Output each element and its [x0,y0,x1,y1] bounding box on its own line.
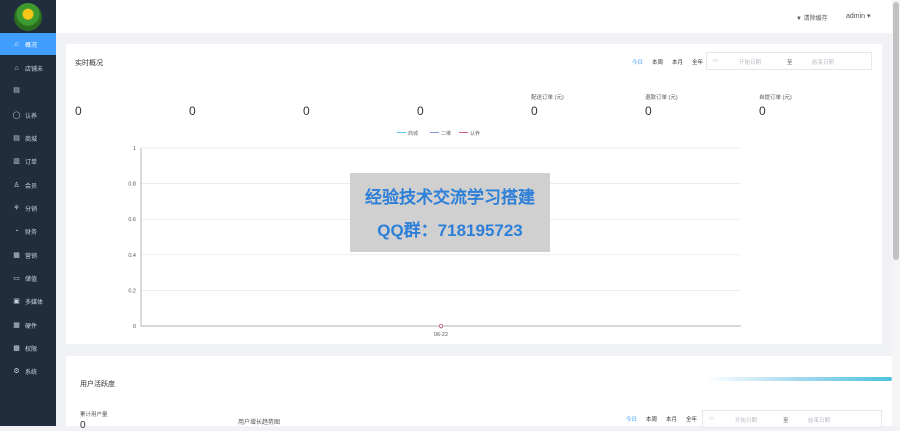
sidebar-item-label: 概况 [25,42,38,49]
total-users-label: 累计用户量 [80,412,108,418]
x-tick-label: 06-22 [434,332,448,338]
home-icon: ⌂ [14,40,19,48]
watermark-line-1: 经验技术交流学习搭建 [365,188,535,208]
activity-card: 用户活跃度 累计用户量 0 用户增长趋势图 今日 本周 本月 全年 ▭ 开始日期… [66,356,892,431]
watermark-banner: 经验技术交流学习搭建 QQ群：718195723 [350,173,550,252]
sidebar-item-home[interactable]: ⌂ 概况 [0,33,56,55]
sidebar-item-stored-value[interactable]: ▭ 储值 [0,267,56,289]
sidebar-item-label: 认养 [25,113,38,120]
clear-cache-button[interactable]: ▼ 清除缓存 [796,13,828,22]
sidebar-item-label: 订单 [25,159,38,166]
sidebar-item-label: 储值 [25,276,38,283]
sidebar-item-order[interactable]: ▥ 订单 [0,150,56,172]
watermark-line-2: QQ群：718195723 [377,221,523,240]
permission-icon: ▩ [13,344,20,352]
sidebar-item-label: 分销 [25,206,38,213]
mall-icon: ▤ [13,134,20,142]
sidebar-item-settings[interactable]: ⚙ 系统 [0,360,56,382]
data-point[interactable] [438,323,443,328]
y-tick-label: 0.8 [128,182,136,188]
activity-range-week[interactable]: 本周 [646,415,657,423]
marketing-icon: ▦ [13,251,20,259]
activity-date-start-input[interactable]: 开始日期 [735,416,757,424]
sidebar-item-marketing[interactable]: ▦ 营销 [0,244,56,266]
sidebar-item-store[interactable]: ▤ [0,79,56,101]
sidebar-item-member[interactable]: ♙ 会员 [0,174,56,196]
sidebar-item-finance[interactable]: ◔ 财务 [0,220,56,242]
member-icon: ♙ [13,181,20,189]
y-tick-label: 0 [133,324,136,330]
y-tick-label: 0.2 [128,288,136,294]
sidebar-item-media[interactable]: ▣ 多媒体 [0,290,56,312]
sidebar-item-label: 硬件 [25,323,38,330]
finance-icon: ◔ [14,227,19,235]
distribution-icon: ⚘ [13,204,20,212]
adopt-icon: ◯ [12,111,21,119]
broom-icon: ▼ [796,16,802,22]
sidebar-item-mall[interactable]: ▤ 商城 [0,127,56,149]
shop-icon: ⌂ [14,64,19,72]
hardware-icon: ▦ [13,321,20,329]
activity-range-year[interactable]: 全年 [686,415,697,423]
user-name: admin [846,13,866,20]
sidebar-item-adopt[interactable]: ◯ 认养 [0,104,56,126]
sidebar-item-hardware[interactable]: ▦ 硬件 [0,314,56,336]
sidebar-item-label: 会员 [25,183,38,190]
chevron-down-icon: ▾ [867,13,871,20]
decorative-line [704,377,892,381]
sidebar: ⌂ 概况 ⌂ 店铺未 ▤ ◯ 认养 ▤ 商城 ▥ 订单 ♙ 会员 ⚘ 分销 ◔ 财务 ▦ 营销 ▭ 储值 ▣ 多媒体 ▦ 硬件 ▩… [0,0,56,426]
user-menu[interactable]: admin ▾ [846,12,871,20]
activity-date-separator: 至 [783,418,789,424]
stored-value-icon: ▭ [13,274,20,282]
order-icon: ▥ [13,157,20,165]
activity-range-today[interactable]: 今日 [626,415,637,423]
media-icon: ▣ [13,297,20,305]
top-bar: ▼ 清除缓存 admin ▾ [56,0,892,33]
activity-range-month[interactable]: 本月 [666,415,677,423]
store-icon: ▤ [13,86,20,94]
settings-icon: ⚙ [13,367,20,375]
sidebar-item-label: 营销 [25,253,38,260]
sidebar-item-permission[interactable]: ▩ 权限 [0,337,56,359]
sidebar-item-label: 财务 [25,229,38,236]
y-tick-label: 0.4 [128,253,136,259]
sidebar-item-label: 系统 [25,369,38,376]
sidebar-item-label: 多媒体 [25,299,44,306]
activity-date-end-input[interactable]: 结束日期 [808,416,830,424]
sidebar-item-label: 店铺未 [25,66,44,73]
sidebar-item-label: 权限 [25,346,38,353]
scrollbar-thumb[interactable] [893,2,899,260]
activity-title: 用户活跃度 [80,381,115,388]
activity-date-range-picker[interactable]: ▭ 开始日期 至 结束日期 [702,410,882,428]
sidebar-item-shop[interactable]: ⌂ 店铺未 [0,57,56,79]
sidebar-item-label: 商城 [25,136,38,143]
y-tick-label: 0.6 [128,217,136,223]
y-tick-label: 1 [133,146,136,152]
growth-chart-title: 用户增长趋势图 [238,420,281,426]
sidebar-item-distribution[interactable]: ⚘ 分销 [0,197,56,219]
logo [14,3,42,31]
activity-calendar-icon: ▭ [709,416,715,422]
clear-cache-label: 清除缓存 [803,16,828,22]
